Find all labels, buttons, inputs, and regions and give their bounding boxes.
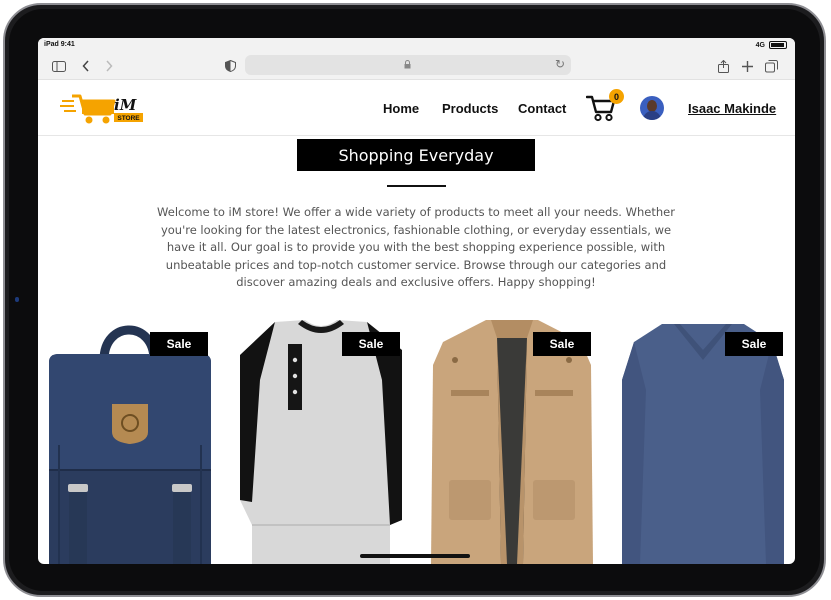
product-card-vneck[interactable]: Sale (622, 320, 784, 564)
henley-shirt-image (240, 320, 402, 564)
chevron-left-icon[interactable] (77, 57, 95, 75)
jacket-image (431, 320, 593, 564)
cart-count-badge: 0 (609, 89, 624, 104)
address-bar[interactable]: ↻ (245, 55, 571, 75)
status-indicators: 4G (756, 41, 787, 49)
hero-divider (387, 185, 446, 187)
sale-badge: Sale (725, 332, 783, 356)
product-card-henley[interactable]: Sale (240, 320, 402, 564)
network-label: 4G (755, 41, 765, 49)
avatar[interactable] (640, 96, 664, 120)
screen: iPad 9:41 4G ↻ iM STORE Home Products Co… (38, 38, 795, 564)
nav-home[interactable]: Home (383, 101, 419, 116)
user-name-link[interactable]: Isaac Makinde (688, 101, 776, 116)
hero-title: Shopping Everyday (297, 139, 535, 171)
sale-badge: Sale (150, 332, 208, 356)
backpack-image (49, 325, 211, 564)
product-card-jacket[interactable]: Sale (431, 320, 593, 564)
browser-toolbar: ↻ (38, 52, 795, 80)
battery-icon (769, 41, 787, 49)
store-logo[interactable]: iM STORE (60, 92, 144, 126)
lock-icon (404, 60, 411, 72)
camera-dot (15, 297, 19, 302)
plus-icon[interactable] (738, 57, 756, 75)
status-bar: iPad 9:41 4G (38, 38, 795, 52)
chevron-right-icon[interactable] (100, 57, 118, 75)
tabs-icon[interactable] (762, 57, 780, 75)
home-indicator[interactable] (360, 554, 470, 558)
product-card-backpack[interactable]: Sale (49, 320, 211, 564)
vneck-shirt-image (622, 324, 784, 564)
reload-icon[interactable]: ↻ (555, 57, 565, 71)
sale-badge: Sale (533, 332, 591, 356)
share-icon[interactable] (714, 57, 732, 75)
nav-products[interactable]: Products (442, 101, 498, 116)
sidebar-icon[interactable] (50, 57, 68, 75)
shield-icon[interactable] (221, 57, 239, 75)
hero-description: Welcome to iM store! We offer a wide var… (157, 205, 675, 290)
sale-badge: Sale (342, 332, 400, 356)
status-time: iPad 9:41 (44, 41, 75, 48)
time-label: 9:41 (60, 41, 75, 48)
device-label: iPad (44, 41, 59, 48)
nav-contact[interactable]: Contact (518, 101, 566, 116)
site-header: iM STORE Home Products Contact 0 Isaac M… (38, 80, 795, 136)
logo-text: iM (114, 96, 137, 114)
logo-sub-text: STORE (117, 115, 140, 122)
